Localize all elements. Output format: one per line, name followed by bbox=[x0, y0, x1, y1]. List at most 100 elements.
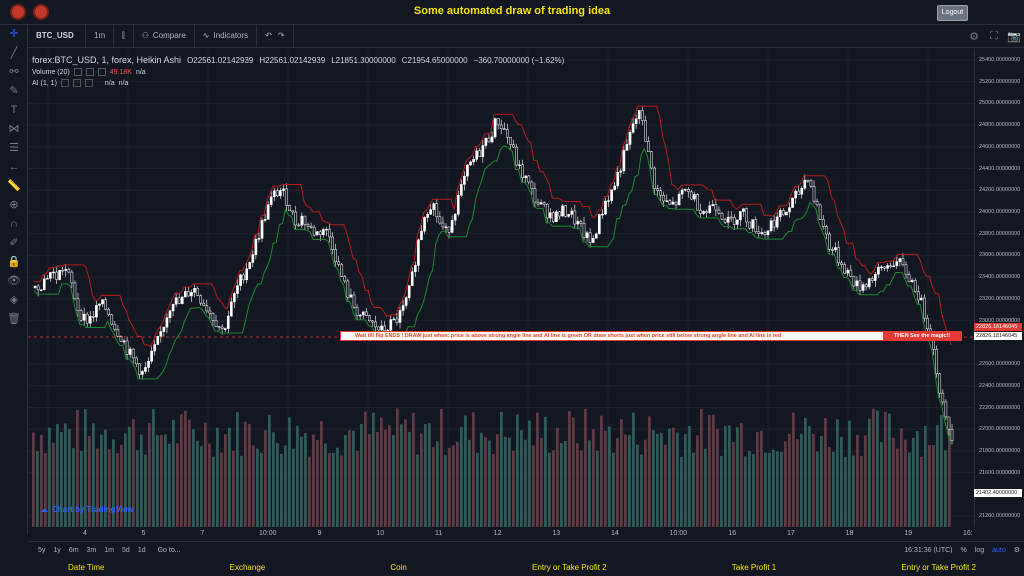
magnet-icon[interactable]: ∩ bbox=[0, 214, 28, 233]
bottom-settings-icon[interactable]: ⚙ bbox=[1014, 546, 1020, 554]
candle-body bbox=[398, 310, 402, 323]
eye-icon[interactable]: 👁 bbox=[0, 271, 28, 290]
settings-toggle-icon[interactable] bbox=[85, 68, 94, 76]
volume-bar bbox=[392, 434, 395, 527]
trash-icon[interactable]: 🗑 bbox=[0, 309, 28, 328]
volume-bar bbox=[876, 410, 879, 527]
logout-button[interactable]: Logout bbox=[937, 5, 968, 21]
volume-bar bbox=[184, 410, 187, 527]
candle-body bbox=[785, 211, 788, 216]
auto-toggle[interactable]: auto bbox=[992, 547, 1006, 554]
volume-bar bbox=[236, 412, 239, 527]
candle-body bbox=[821, 219, 825, 227]
candle-body bbox=[769, 220, 773, 232]
volume-bar bbox=[580, 450, 583, 527]
zoom-icon[interactable]: ⊕ bbox=[0, 195, 28, 214]
candle-body bbox=[165, 317, 169, 328]
percent-toggle[interactable]: % bbox=[961, 547, 967, 554]
prediction-icon[interactable]: ☰ bbox=[0, 138, 28, 157]
layers-icon[interactable]: ◈ bbox=[0, 290, 28, 309]
fib-icon[interactable]: ⚯ bbox=[0, 62, 28, 81]
price-chart[interactable] bbox=[28, 49, 974, 527]
volume-bar bbox=[820, 436, 823, 527]
pattern-icon[interactable]: ⋈ bbox=[0, 119, 28, 138]
text-icon[interactable]: T bbox=[0, 100, 28, 119]
goto-button[interactable]: Go to... bbox=[154, 547, 185, 554]
candle-body bbox=[729, 216, 733, 219]
chart-area[interactable] bbox=[28, 49, 974, 527]
candle-body bbox=[266, 204, 270, 220]
volume-na: n/a bbox=[135, 68, 146, 76]
volume-bar bbox=[900, 428, 903, 527]
indicators-button[interactable]: ∿ Indicators bbox=[195, 23, 258, 48]
volume-bar bbox=[120, 445, 123, 527]
ai-eye-icon[interactable] bbox=[60, 79, 69, 87]
volume-bar bbox=[32, 432, 35, 527]
candle-body bbox=[426, 214, 429, 218]
crosshair-icon[interactable]: ✛ bbox=[0, 24, 28, 43]
range-6m[interactable]: 6m bbox=[65, 547, 83, 554]
volume-bar bbox=[692, 452, 695, 527]
price-axis[interactable]: 25400.00000000 25200.00000000 25000.000000… bbox=[974, 49, 1024, 527]
volume-bar bbox=[388, 425, 391, 527]
candle-body bbox=[591, 238, 595, 243]
candle-body bbox=[545, 203, 549, 219]
volume-bar bbox=[756, 432, 759, 527]
time-axis[interactable]: 4 5 7 10:00 9 10 11 12 13 14 10:00 16 17 18 19 16: bbox=[28, 527, 974, 541]
range-1d[interactable]: 1d bbox=[134, 547, 150, 554]
volume-bar bbox=[232, 450, 235, 527]
ai-close-icon[interactable] bbox=[84, 79, 93, 87]
volume-bar bbox=[424, 424, 427, 527]
trend-line-icon[interactable]: ╱ bbox=[0, 43, 28, 62]
ai-settings-icon[interactable] bbox=[72, 79, 81, 87]
settings-icon[interactable]: ⚙ bbox=[964, 24, 984, 48]
ai-label[interactable]: AI (1, 1) bbox=[32, 80, 57, 87]
candle-body bbox=[576, 221, 580, 225]
interval-button[interactable]: 1m bbox=[86, 23, 115, 48]
ruler-icon[interactable]: 📏 bbox=[0, 176, 28, 195]
symbol-search[interactable]: BTC_USD bbox=[28, 23, 86, 48]
volume-bar bbox=[544, 416, 547, 527]
volume-bar bbox=[744, 456, 747, 527]
chart-type-button[interactable]: ⫿ bbox=[114, 23, 134, 48]
volume-label[interactable]: Volume (20) bbox=[32, 69, 70, 76]
candle-body bbox=[760, 232, 764, 234]
tradingview-watermark[interactable]: ☁ Chart by TradingView bbox=[40, 505, 134, 514]
candle-body bbox=[763, 232, 767, 235]
legend-series[interactable]: forex:BTC_USD, 1, forex, Heikin Ashi bbox=[32, 55, 181, 65]
candle-body bbox=[889, 265, 892, 267]
range-5d[interactable]: 5d bbox=[118, 547, 134, 554]
redo-icon[interactable]: ↷ bbox=[278, 31, 285, 40]
undo-button[interactable]: ↶ ↷ bbox=[257, 23, 294, 48]
candle-body bbox=[723, 219, 727, 223]
back-arrow-icon[interactable]: ← bbox=[0, 157, 28, 176]
range-1m[interactable]: 1m bbox=[100, 547, 118, 554]
range-1y[interactable]: 1y bbox=[49, 547, 64, 554]
y-tick: 25400.00000000 bbox=[979, 56, 1021, 63]
candle-body bbox=[251, 254, 255, 263]
left-drawing-toolbar: ✛ ╱ ⚯ ✎ T ⋈ ☰ ← 📏 ⊕ ∩ ✐ 🔒 👁 ◈ 🗑 bbox=[0, 24, 28, 534]
close-toggle-icon[interactable] bbox=[97, 68, 106, 76]
range-5y[interactable]: 5y bbox=[34, 547, 49, 554]
candle-body bbox=[754, 219, 758, 233]
volume-bar bbox=[248, 423, 251, 527]
candle-body bbox=[101, 299, 104, 305]
candle-body bbox=[665, 200, 669, 202]
log-toggle[interactable]: log bbox=[975, 547, 984, 554]
eye-toggle-icon[interactable] bbox=[73, 68, 82, 76]
candle-body bbox=[236, 285, 239, 294]
brush-icon[interactable]: ✎ bbox=[0, 81, 28, 100]
camera-icon[interactable]: 📷 bbox=[1004, 24, 1024, 48]
volume-bar bbox=[436, 441, 439, 527]
candle-body bbox=[460, 184, 463, 196]
candle-body bbox=[775, 216, 779, 228]
fullscreen-icon[interactable]: ⛶ bbox=[984, 24, 1004, 48]
legend-close: C21954.65000000 bbox=[401, 55, 468, 65]
candle-body bbox=[815, 200, 819, 206]
volume-bar bbox=[180, 414, 183, 527]
candle-body bbox=[852, 275, 856, 287]
compare-button[interactable]: ⚇ Compare bbox=[134, 23, 195, 48]
lock-icon[interactable]: 🔒 bbox=[0, 252, 28, 271]
pencil-lock-icon[interactable]: ✐ bbox=[0, 233, 28, 252]
range-3m[interactable]: 3m bbox=[83, 547, 101, 554]
